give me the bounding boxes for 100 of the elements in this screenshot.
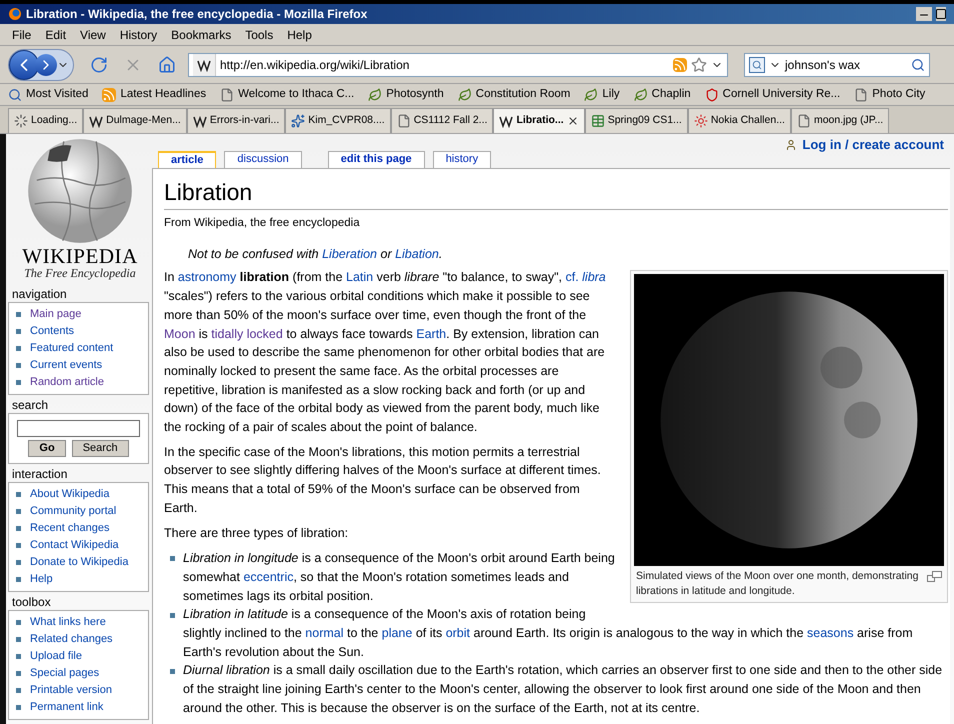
close-icon[interactable] <box>566 115 579 127</box>
back-button[interactable] <box>9 50 39 80</box>
sidebar-link[interactable]: Contact Wikipedia <box>30 537 119 554</box>
menu-item[interactable]: Help <box>287 26 312 44</box>
sidebar-link[interactable]: Current events <box>30 357 102 374</box>
search-engine-icon[interactable] <box>749 56 765 72</box>
page-icon <box>854 88 868 102</box>
sidebar-link[interactable]: Permanent link <box>30 699 104 716</box>
logo-tagline: The Free Encyclopedia <box>24 267 136 280</box>
browser-tab[interactable]: Errors-in-vari... <box>186 108 286 133</box>
back-forward-control[interactable] <box>8 48 74 80</box>
search-form-button[interactable]: Search <box>72 440 129 457</box>
sidebar-link[interactable]: Featured content <box>30 340 114 357</box>
bookmark-item[interactable]: Cornell University Re... <box>722 86 840 104</box>
search-form-button[interactable]: Go <box>28 440 66 457</box>
w-letter-icon <box>499 114 514 128</box>
bookmark-item[interactable]: Latest Headlines <box>120 86 206 104</box>
leaf-icon <box>634 88 648 102</box>
link[interactable]: Libation <box>395 246 439 261</box>
browser-tab[interactable]: Spring09 CS1... <box>584 108 688 133</box>
bullet-icon <box>16 492 21 497</box>
sidebar-link[interactable]: Special pages <box>30 665 100 682</box>
sidebar-link[interactable]: Donate to Wikipedia <box>30 554 128 571</box>
sidebar-link[interactable]: Related changes <box>30 631 113 648</box>
browser-tab[interactable]: CS1112 Fall 2... <box>390 108 494 133</box>
portlet-heading: toolbox <box>11 594 52 610</box>
leaf-icon <box>584 88 598 102</box>
bullet-icon <box>16 705 21 710</box>
maximize-button[interactable] <box>936 7 946 21</box>
link[interactable]: astronomy <box>178 270 236 284</box>
sidebar-link[interactable]: Upload file <box>30 648 82 665</box>
shield-icon <box>704 88 719 102</box>
bookmark-item[interactable]: Most Visited <box>26 86 88 104</box>
forward-button[interactable] <box>35 54 57 76</box>
link[interactable]: seasons <box>807 626 854 640</box>
search-icon[interactable] <box>911 58 925 72</box>
browser-tab[interactable]: Dulmage-Men... <box>83 108 187 133</box>
sidebar-link[interactable]: Printable version <box>30 682 112 699</box>
menu-item[interactable]: History <box>120 26 158 44</box>
link[interactable]: Moon <box>164 326 196 341</box>
sidebar-link[interactable]: Recent changes <box>30 520 110 537</box>
bookmark-item[interactable]: Lily <box>602 86 620 104</box>
leaf-icon <box>458 88 472 102</box>
globe-icon <box>8 7 22 21</box>
link[interactable]: Earth <box>416 326 446 341</box>
bullet-icon <box>16 671 21 676</box>
page-icon <box>796 114 811 128</box>
browser-tab[interactable]: Loading... <box>8 108 84 133</box>
enlarge-icon[interactable] <box>927 571 942 582</box>
link[interactable]: plane <box>382 626 412 640</box>
sidebar-link[interactable]: Help <box>30 571 53 588</box>
link[interactable]: normal <box>305 626 344 640</box>
browser-tab[interactable]: Kim_CVPR08.... <box>285 108 391 133</box>
sidebar-link[interactable]: About Wikipedia <box>30 486 110 503</box>
link[interactable]: cf. <box>565 270 582 284</box>
bookmark-item[interactable]: Constitution Room <box>476 86 570 104</box>
menu-item[interactable]: View <box>80 26 106 44</box>
browser-tab[interactable]: moon.jpg (JP... <box>790 108 890 133</box>
sidebar-link[interactable]: Random article <box>30 374 104 391</box>
star-icon[interactable] <box>691 56 707 72</box>
bullet-icon <box>170 556 175 562</box>
w-letter-icon <box>192 114 207 128</box>
bookmark-item[interactable]: Welcome to Ithaca C... <box>238 86 354 104</box>
page-tab[interactable]: edit this page <box>328 151 425 168</box>
link[interactable]: eccentric <box>243 570 294 584</box>
paragraph: In the specific case of the Moon's librations, this motion permits a terrestrial observer to see slightly differing halves of the Moon's surface at different times. This means that a total of 59% of the Moon's surface can be observed from Earth. <box>164 444 601 515</box>
sidebar-link[interactable]: Community portal <box>30 503 116 520</box>
sidebar-link[interactable]: Main page <box>30 306 82 323</box>
url-field[interactable]: http://en.wikipedia.org/wiki/Libration <box>188 52 728 76</box>
link[interactable]: Latin <box>346 270 374 284</box>
menu-item[interactable]: File <box>12 26 32 44</box>
home-icon[interactable] <box>158 56 176 74</box>
reload-icon[interactable] <box>90 56 108 74</box>
link[interactable]: Liberation <box>322 246 378 261</box>
portlet-heading: search <box>11 397 50 413</box>
browser-tab[interactable]: Nokia Challen... <box>688 108 791 133</box>
link[interactable]: tidally locked <box>211 326 283 341</box>
bookmark-item[interactable]: Photosynth <box>386 86 444 104</box>
bookmark-item[interactable]: Chaplin <box>652 86 691 104</box>
bullet-icon <box>16 380 21 385</box>
link[interactable]: orbit <box>446 626 470 640</box>
browser-tab[interactable]: Libratio... <box>493 108 585 133</box>
menu-item[interactable]: Tools <box>245 26 274 44</box>
bullet-icon <box>16 654 21 659</box>
menu-item[interactable]: Edit <box>45 26 66 44</box>
sidebar-link[interactable]: What links here <box>30 614 106 631</box>
page-tab[interactable]: article <box>158 151 216 168</box>
hatnote: Not to be confused with Liberation or Libation. <box>187 246 444 263</box>
page-tab[interactable]: discussion <box>224 151 302 168</box>
minimize-button[interactable] <box>916 7 932 21</box>
menu-item[interactable]: Bookmarks <box>171 26 232 44</box>
search-input[interactable] <box>17 420 140 437</box>
bullet-icon <box>16 688 21 693</box>
bookmark-item[interactable]: Photo City <box>872 86 926 104</box>
sidebar-link[interactable]: Contents <box>30 323 74 340</box>
wikipedia-logo[interactable]: WIKIPEDIA The Free Encyclopedia <box>8 134 152 284</box>
link[interactable]: libra <box>582 270 606 284</box>
search-field[interactable]: johnson's wax <box>744 52 930 76</box>
page-tab[interactable]: history <box>432 151 492 168</box>
login-link[interactable]: Log in / create account <box>802 135 944 154</box>
